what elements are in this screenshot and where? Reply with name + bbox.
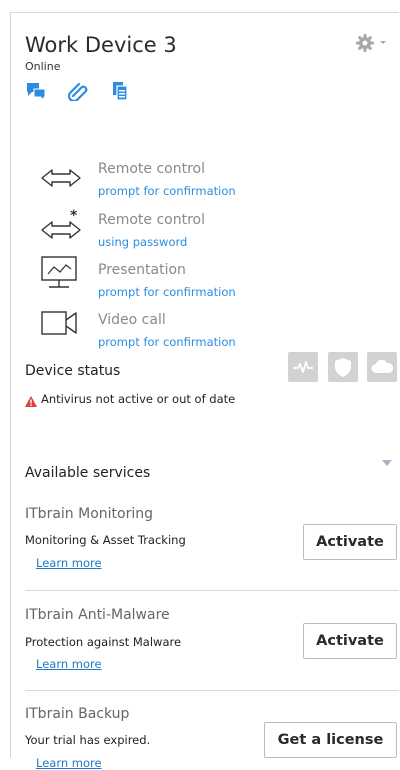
chat-button[interactable] — [25, 81, 47, 105]
shield-status[interactable] — [328, 352, 358, 382]
connection-title-2[interactable]: Remote control — [98, 212, 205, 228]
paperclip-icon — [67, 82, 88, 103]
cloud-status[interactable] — [367, 352, 397, 382]
service-name-monitoring: ITbrain Monitoring — [25, 506, 153, 522]
connection-title-3[interactable]: Presentation — [98, 262, 186, 278]
learn-more-link-anti-malware[interactable]: Learn more — [36, 657, 102, 671]
learn-more-link-monitoring[interactable]: Learn more — [36, 556, 102, 570]
connection-title-1[interactable]: Remote control — [98, 161, 205, 177]
chevron-down-icon — [382, 460, 392, 466]
device-online-status: Online — [25, 60, 61, 73]
chat-icon — [27, 83, 46, 102]
remote-control-icon — [41, 169, 81, 187]
remote-control-password-icon: * — [41, 208, 81, 239]
service-description-backup: Your trial has expired. — [25, 733, 151, 747]
service-description-monitoring: Monitoring & Asset Tracking — [25, 533, 186, 547]
connection-subtitle-4[interactable]: prompt for confirmation — [98, 335, 236, 349]
learn-more-link-backup[interactable]: Learn more — [36, 756, 102, 770]
divider — [25, 690, 399, 691]
service-name-backup: ITbrain Backup — [25, 706, 130, 722]
video-call-option[interactable] — [40, 309, 80, 341]
warning-icon — [24, 393, 38, 412]
collapse-services-button[interactable] — [381, 453, 393, 472]
service-name-anti-malware: ITbrain Anti-Malware — [25, 607, 170, 623]
svg-text:*: * — [70, 209, 78, 224]
device-title: Work Device 3 — [25, 33, 177, 57]
device-status-title: Device status — [25, 363, 121, 379]
heartbeat-icon — [293, 361, 313, 373]
remote-control-option[interactable] — [39, 161, 83, 199]
device-panel: Work Device 3 Online Remote control prom… — [10, 12, 399, 770]
gear-icon — [356, 34, 386, 52]
activate-monitoring-button[interactable]: Activate — [303, 524, 397, 560]
connection-subtitle-3[interactable]: prompt for confirmation — [98, 285, 236, 299]
file-transfer-button[interactable] — [110, 81, 130, 105]
device-status-warning: Antivirus not active or out of date — [41, 392, 236, 406]
service-description-anti-malware: Protection against Malware — [25, 635, 182, 649]
presentation-icon — [41, 256, 77, 288]
heartbeat-status[interactable] — [288, 352, 318, 382]
video-call-icon — [41, 311, 77, 335]
connection-title-4[interactable]: Video call — [98, 312, 166, 328]
file-transfer-icon — [113, 82, 128, 101]
connection-subtitle-2[interactable]: using password — [98, 235, 187, 249]
cloud-icon — [371, 359, 394, 373]
get-license-button[interactable]: Get a license — [264, 722, 397, 758]
remote-control-password-option[interactable]: * — [39, 208, 83, 249]
activate-anti-malware-button[interactable]: Activate — [303, 623, 397, 659]
services-title: Available services — [25, 465, 151, 481]
shield-icon — [335, 358, 351, 377]
chevron-down-icon — [380, 41, 386, 44]
settings-menu-button[interactable] — [355, 33, 391, 57]
attachment-button[interactable] — [67, 81, 90, 105]
divider — [25, 590, 399, 591]
connection-subtitle-1[interactable]: prompt for confirmation — [98, 184, 236, 198]
presentation-option[interactable] — [40, 255, 80, 297]
